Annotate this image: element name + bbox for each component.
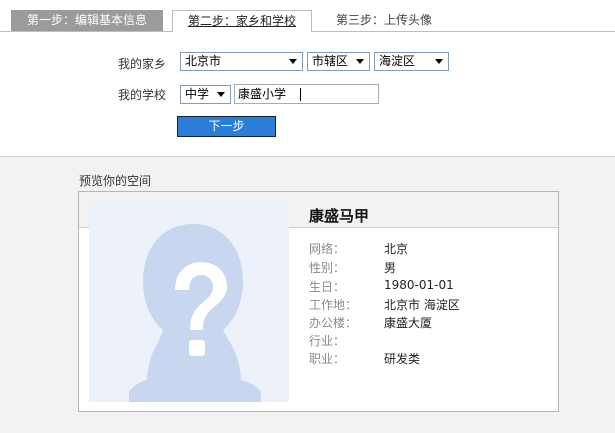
next-step-button[interactable]: 下一步: [177, 116, 276, 137]
step-tabs: 第一步：编辑基本信息 第二步：家乡和学校 第三步：上传头像: [0, 0, 615, 32]
hometown-province-select[interactable]: 北京市: [180, 52, 303, 71]
question-mark-silhouette-icon: [129, 224, 261, 402]
hometown-district-value: 海淀区: [379, 54, 416, 68]
chevron-down-icon: [356, 59, 364, 64]
chevron-down-icon: [435, 59, 443, 64]
hometown-city-select[interactable]: 市辖区: [307, 52, 370, 71]
field-office-value: 康盛大厦: [384, 316, 433, 330]
avatar: [89, 202, 289, 402]
tab-step-3[interactable]: 第三步：上传头像: [324, 10, 444, 31]
tab-step-2-label: 第二步：家乡和学校: [187, 14, 296, 28]
field-birthday-key: 生日：: [309, 280, 346, 294]
field-network-value: 北京: [384, 242, 409, 256]
chevron-down-icon: [217, 92, 225, 97]
field-gender-key: 性别：: [309, 261, 346, 275]
field-gender-value: 男: [384, 261, 397, 275]
hometown-province-value: 北京市: [185, 54, 222, 68]
field-birthday-value: 1980-01-01: [384, 278, 454, 292]
school-name-input[interactable]: 康盛小学: [234, 84, 379, 104]
field-occupation-key: 职业：: [309, 352, 346, 366]
school-label: 我的学校: [118, 88, 167, 102]
chevron-down-icon: [289, 59, 297, 64]
field-network-key: 网络：: [309, 242, 346, 256]
hometown-city-value: 市辖区: [312, 54, 349, 68]
school-type-value: 中学: [185, 87, 210, 101]
field-occupation-value: 研发类: [384, 352, 421, 366]
field-office-key: 办公楼：: [309, 316, 358, 330]
profile-name: 康盛马甲: [309, 207, 370, 225]
school-type-select[interactable]: 中学: [180, 85, 231, 104]
tab-step-1-label: 第一步：编辑基本信息: [26, 13, 147, 27]
preview-title: 预览你的空间: [79, 174, 152, 188]
tab-step-2[interactable]: 第二步：家乡和学校: [172, 10, 312, 32]
tab-step-3-label: 第三步：上传头像: [335, 13, 432, 27]
text-caret: [300, 88, 301, 101]
hometown-label: 我的家乡: [118, 57, 167, 71]
hometown-district-select[interactable]: 海淀区: [374, 52, 449, 71]
field-workplace-key: 工作地：: [309, 298, 358, 312]
field-workplace-value: 北京市 海淀区: [384, 298, 460, 312]
field-industry-key: 行业：: [309, 334, 346, 348]
tab-step-1[interactable]: 第一步：编辑基本信息: [11, 10, 163, 31]
profile-preview-card: 康盛马甲 网络： 北京 性别： 男 生日： 1980-01-01 工作地： 北京…: [78, 191, 559, 412]
school-name-value: 康盛小学: [238, 87, 287, 101]
